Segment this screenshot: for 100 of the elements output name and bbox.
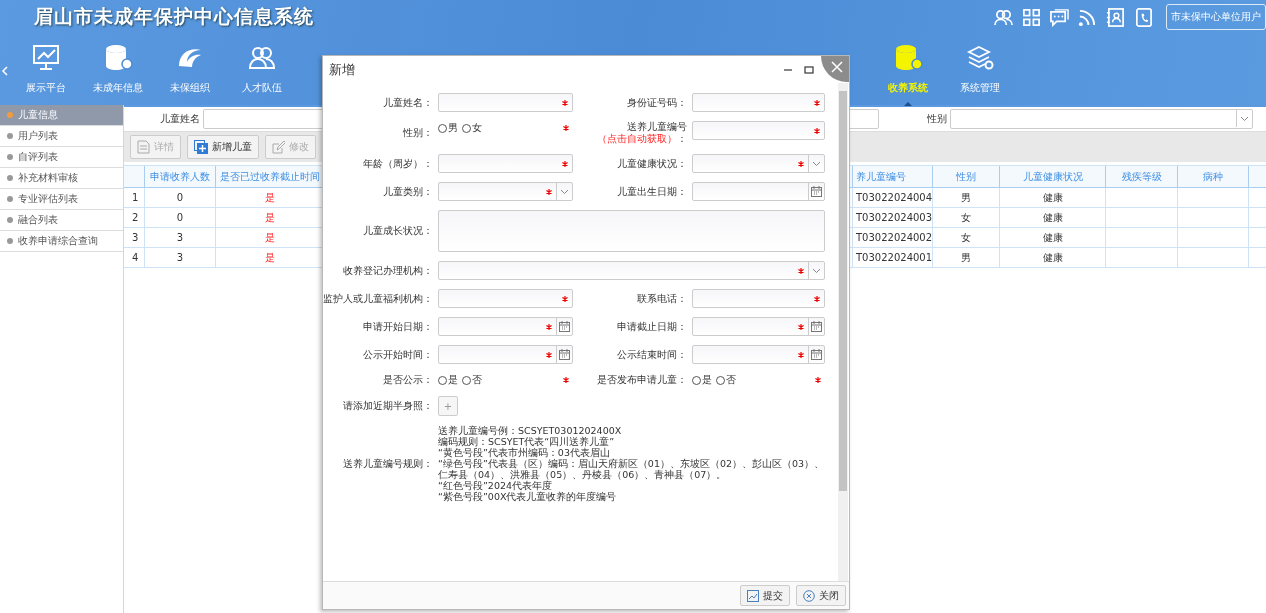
field-label: 年龄（周岁）： [363,157,433,170]
field-label: 送养儿童编号规则： [343,457,433,470]
table-cell: 健康 [1000,208,1106,227]
table-cell: 0 [145,188,216,207]
maximize-icon[interactable] [804,65,814,75]
row-number: 1 [124,188,145,207]
chevron-down-icon [1240,115,1249,122]
sidebar-item[interactable]: 收养申请综合查询 [0,231,123,252]
radio-label: 女 [472,121,482,135]
chat-icon[interactable] [1050,7,1069,27]
sidebar-item[interactable]: 儿童信息 [0,105,123,126]
radio-label: 否 [472,373,482,387]
table-cell: T03022024001 [853,248,933,267]
field-label: 是否公示： [383,374,433,386]
table-cell: 健康 [1000,228,1106,247]
column-header: 申请收养人数 [145,166,216,187]
field-label: 监护人或儿童福利机构： [323,292,433,305]
field-label: 公示结束时间： [617,348,687,361]
app-title: 眉山市未成年保护中心信息系统 [34,4,314,29]
grid-icon[interactable] [1022,7,1041,27]
row-number: 3 [124,228,145,247]
rss-icon[interactable] [1078,7,1097,27]
field-label: 儿童出生日期： [617,185,687,198]
text-field[interactable] [438,289,573,308]
chevron-left-icon[interactable] [1,66,10,76]
sidebar-item[interactable]: 自评列表 [0,147,123,168]
table-cell: 0 [145,208,216,227]
text-field[interactable] [438,93,573,112]
date-field[interactable] [692,345,825,364]
field-label: 是否发布申请儿童： [597,374,687,386]
chevron-down-icon [812,267,821,274]
table-cell: 男 [933,188,1000,207]
sidebar-item[interactable]: 补充材料审核 [0,168,123,189]
table-cell: T03022024002 [853,228,933,247]
sidebar-item[interactable]: 用户列表 [0,126,123,147]
column-header: 残疾等级 [1106,166,1178,187]
chevron-down-icon [812,160,821,167]
date-field[interactable] [438,317,573,336]
field-label: 公示开始时间： [363,348,433,361]
nav-item[interactable]: 未保组织 [154,44,226,104]
nav-item[interactable]: 展示平台 [10,44,82,104]
date-field[interactable] [438,345,573,364]
phone-book-icon[interactable] [1134,7,1153,27]
field-label: 请添加近期半身照： [343,400,433,412]
close-button[interactable] [821,56,849,82]
select-field[interactable] [692,154,825,173]
database-icon [103,44,133,72]
radio-label: 男 [448,121,458,135]
select-field[interactable] [438,182,573,201]
document-icon [137,140,150,154]
submit-button[interactable]: 提交 [740,585,790,606]
column-header: 病种 [1178,166,1249,187]
calendar-icon[interactable] [559,349,570,360]
close-icon [831,61,843,73]
chart-monitor-icon [31,44,61,72]
sidebar-item[interactable]: 融合列表 [0,210,123,231]
textarea-field[interactable] [438,210,825,252]
nav-item[interactable]: 人才队伍 [226,44,298,104]
date-field[interactable] [692,182,825,201]
column-header: 养儿童编号 [853,166,933,187]
contact-card-icon[interactable] [1106,7,1125,27]
numbering-rule-text: 送养儿童编号例：SCSYET0301202400X 编码规则：SCSYET代表“四川送养儿童” “黄色号段”代表市州编码：03代表眉山 “绿色号段”代表县（区）编码：眉山天府新区（01）、东坡区（02）、彭山区（03）、仁寿县（04）、洪雅县（05）、丹棱县（06）、青神县（07）。 “红色号段”2024代表年度 “紫色号段”00X代表儿童收养的年度编号 [438,425,825,502]
nav-item[interactable]: 收养系统 [872,44,944,104]
user-button[interactable]: 市未保中心单位用户 [1166,4,1266,30]
search-label: 儿童姓名 [160,112,200,126]
row-number: 4 [124,248,145,267]
dialog-title: 新增 [329,60,355,79]
radio-label: 是 [702,373,712,387]
add-photo-button[interactable]: + [438,396,458,416]
users-icon[interactable] [994,7,1013,27]
calendar-icon[interactable] [811,321,822,332]
scrollbar[interactable] [838,83,848,581]
text-field[interactable] [692,121,825,140]
nav-item[interactable]: 系统管理 [944,44,1016,104]
calendar-icon[interactable] [811,349,822,360]
text-field[interactable] [692,289,825,308]
calendar-icon[interactable] [559,321,570,332]
field-label: 儿童健康状况： [617,157,687,170]
auto-fetch-hint[interactable]: （点击自动获取） [597,133,677,145]
date-field[interactable] [692,317,825,336]
calendar-icon[interactable] [811,186,822,197]
add-icon [194,140,208,154]
radio-label: 否 [726,373,736,387]
sidebar-item[interactable]: 专业评估列表 [0,189,123,210]
gender-select[interactable] [950,109,1253,129]
field-label: 儿童成长状况： [363,225,433,237]
close-button[interactable]: 关闭 [796,585,846,606]
text-field[interactable] [692,93,825,112]
database-icon [893,44,923,72]
field-label: 联系电话： [637,292,687,305]
people-icon [247,44,277,72]
field-label: 申请截止日期： [617,320,687,333]
field-label: 性别： [403,127,433,139]
table-cell: 健康 [1000,188,1106,207]
column-header: 性别 [933,166,1000,187]
select-field[interactable] [438,261,825,280]
add-button[interactable]: 新增儿童 [187,135,259,159]
table-cell: 女 [933,208,1000,227]
nav-item[interactable]: 未成年信息 [82,44,154,104]
text-field[interactable] [438,154,573,173]
